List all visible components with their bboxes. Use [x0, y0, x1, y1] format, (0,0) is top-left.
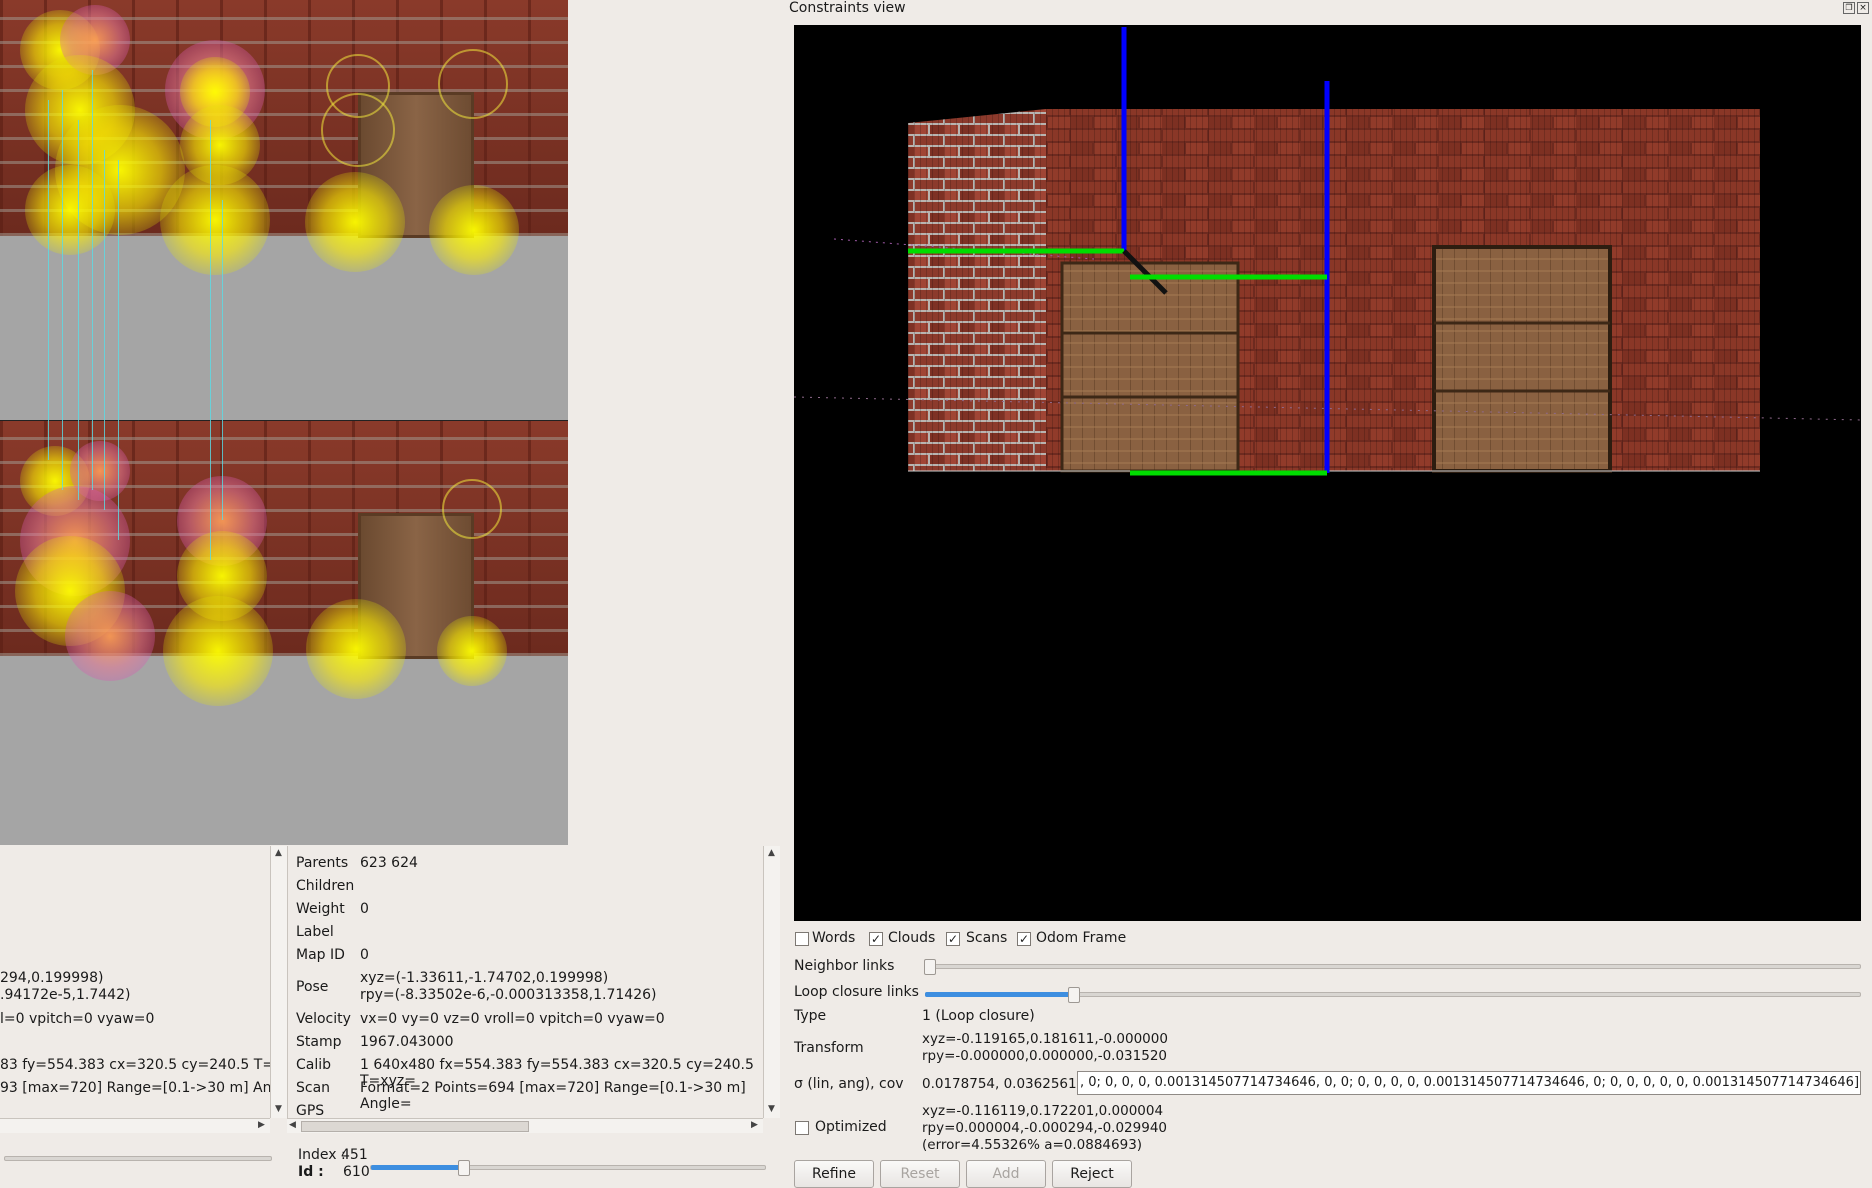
transform-label: Transform — [794, 1040, 864, 1056]
neighbor-links-label: Neighbor links — [794, 958, 895, 974]
add-button[interactable]: Add — [966, 1160, 1046, 1188]
left-info-panel: 294,0.199998) .94172e-5,1.7442) l=0 vpit… — [0, 846, 310, 1126]
node-info-scrollbar[interactable]: ▲ ▼ — [763, 846, 780, 1118]
odom-frame-label: Odom Frame — [1036, 930, 1127, 946]
info-key-parents: Parents — [296, 855, 349, 871]
type-label: Type — [794, 1008, 827, 1024]
info-value-mapid: 0 — [360, 947, 369, 963]
partial-line: .94172e-5,1.7442) — [0, 987, 131, 1003]
info-key-calib: Calib — [296, 1057, 332, 1073]
partial-line: 93 [max=720] Range=[0.1->30 m] Angle= — [0, 1080, 305, 1096]
info-key-children: Children — [296, 878, 355, 894]
info-value-stamp: 1967.043000 — [360, 1034, 454, 1050]
index-slider-fill — [371, 1165, 463, 1170]
sigma-label: σ (lin, ang), cov — [794, 1076, 904, 1092]
info-key-weight: Weight — [296, 901, 345, 917]
words-checkbox[interactable] — [795, 932, 809, 946]
floor — [0, 656, 568, 845]
partial-line: l=0 vpitch=0 vyaw=0 — [0, 1011, 155, 1027]
close-icon[interactable]: × — [1857, 2, 1869, 14]
info-value-parents: 623 624 — [360, 855, 418, 871]
constraints-3d-view[interactable] — [794, 25, 1861, 921]
id-label: Id : — [298, 1164, 324, 1180]
odom-frame-checkbox[interactable]: ✓ — [1017, 932, 1031, 946]
index-value: 451 — [341, 1147, 368, 1163]
info-key-label: Label — [296, 924, 334, 940]
clouds-label: Clouds — [888, 930, 936, 946]
float-button-icon[interactable]: ❐ — [1843, 2, 1855, 14]
transform-rpy: rpy=-0.000000,0.000000,-0.031520 — [922, 1048, 1167, 1064]
info-value-velocity: vx=0 vy=0 vz=0 vroll=0 vpitch=0 vyaw=0 — [360, 1011, 665, 1027]
covariance-field[interactable]: , 0; 0, 0, 0, 0.001314507714734646, 0, 0… — [1077, 1071, 1861, 1095]
info-key-scan: Scan — [296, 1080, 331, 1096]
hscroll-thumb[interactable] — [301, 1121, 529, 1132]
left-info-scrollbar[interactable]: ▲ ▼ — [270, 846, 287, 1118]
loop-closure-links-label: Loop closure links — [794, 984, 919, 1000]
image-view-bottom — [0, 421, 568, 845]
words-label: Words — [812, 930, 856, 946]
node-info-hscrollbar[interactable]: ◀ ▶ — [287, 1118, 763, 1133]
info-value-scan: Format=2 Points=694 [max=720] Range=[0.1… — [360, 1080, 746, 1112]
loop-closure-slider-fill — [925, 992, 1073, 997]
neighbor-links-handle[interactable] — [924, 959, 936, 975]
sigma-value: 0.0178754, 0.0362561 — [922, 1076, 1077, 1092]
clouds-checkbox[interactable]: ✓ — [869, 932, 883, 946]
index-label: Index : — [298, 1147, 346, 1163]
transform-xyz: xyz=-0.119165,0.181611,-0.000000 — [922, 1031, 1168, 1047]
panel-divider — [568, 0, 779, 845]
reject-button[interactable]: Reject — [1052, 1160, 1132, 1188]
reset-button[interactable]: Reset — [880, 1160, 960, 1188]
refine-button[interactable]: Refine — [794, 1160, 874, 1188]
optimized-error: (error=4.55326% a=0.0884693) — [922, 1137, 1143, 1153]
cloud-render — [794, 27, 1861, 476]
optimized-xyz: xyz=-0.116119,0.172201,0.000004 — [922, 1103, 1164, 1119]
info-key-mapid: Map ID — [296, 947, 345, 963]
info-value-weight: 0 — [360, 901, 369, 917]
optimized-rpy: rpy=0.000004,-0.000294,-0.029940 — [922, 1120, 1167, 1136]
image-view-top — [0, 0, 568, 420]
neighbor-links-slider[interactable] — [925, 964, 1861, 969]
constraints-view-title: Constraints view — [789, 0, 906, 16]
partial-line: 294,0.199998) — [0, 970, 104, 986]
info-key-stamp: Stamp — [296, 1034, 342, 1050]
info-key-velocity: Velocity — [296, 1011, 351, 1027]
left-index-slider[interactable] — [4, 1156, 272, 1161]
optimized-label: Optimized — [815, 1119, 887, 1135]
info-key-pose: Pose — [296, 979, 329, 995]
type-value: 1 (Loop closure) — [922, 1008, 1035, 1024]
index-slider-handle[interactable] — [458, 1160, 470, 1176]
left-info-hscrollbar[interactable]: ▶ — [0, 1118, 270, 1133]
info-value-pose-xyz: xyz=(-1.33611,-1.74702,0.199998) — [360, 970, 609, 986]
loop-closure-handle[interactable] — [1068, 987, 1080, 1003]
info-key-gps: GPS — [296, 1103, 325, 1119]
scans-checkbox[interactable]: ✓ — [946, 932, 960, 946]
optimized-checkbox[interactable] — [795, 1121, 809, 1135]
info-value-pose-rpy: rpy=(-8.33502e-6,-0.000313358,1.71426) — [360, 987, 657, 1003]
id-value: 610 — [343, 1164, 370, 1180]
scans-label: Scans — [966, 930, 1008, 946]
partial-line: 83 fy=554.383 cx=320.5 cy=240.5 T=xyz= — [0, 1057, 310, 1073]
